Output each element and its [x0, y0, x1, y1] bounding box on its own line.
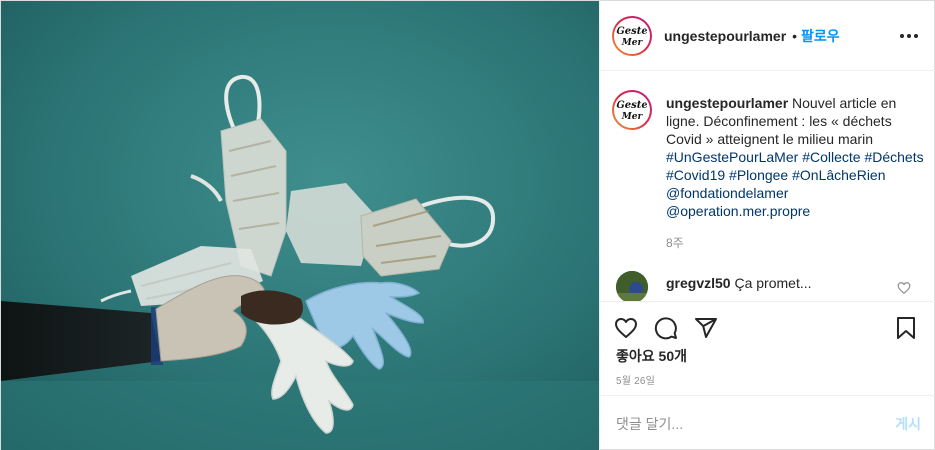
- commenter-avatar[interactable]: [616, 271, 648, 301]
- comment-text: gregvzl50 Ça promet...: [666, 271, 935, 292]
- caption: Geste Mer ungestepourlamer Nouvel articl…: [600, 72, 935, 251]
- caption-avatar[interactable]: Geste Mer: [612, 90, 652, 130]
- follow-button[interactable]: 팔로우: [801, 26, 840, 46]
- hashtag-link[interactable]: #Collecte: [802, 149, 860, 165]
- post-date[interactable]: 5월 26일: [616, 372, 655, 387]
- add-comment-bar: 게시: [600, 395, 935, 450]
- mention-link[interactable]: @operation.mer.propre: [666, 203, 810, 219]
- comments-section[interactable]: Geste Mer ungestepourlamer Nouvel articl…: [600, 72, 935, 301]
- action-icons: [608, 308, 929, 346]
- comment-body: Ça promet...: [734, 275, 812, 291]
- caption-text: ungestepourlamer Nouvel article en ligne…: [666, 94, 925, 220]
- svg-text:Geste: Geste: [616, 26, 648, 37]
- comment-item: gregvzl50 Ça promet...: [600, 271, 935, 301]
- hashtag-link[interactable]: #Plongee: [729, 167, 788, 183]
- hashtag-link[interactable]: #Déchets: [864, 149, 923, 165]
- comment-input[interactable]: [616, 415, 896, 432]
- hashtag-link[interactable]: #Covid19: [666, 167, 725, 183]
- hashtag-link[interactable]: #OnLâcheRien: [792, 167, 885, 183]
- caption-username[interactable]: ungestepourlamer: [666, 95, 788, 111]
- logo-image: Geste Mer: [614, 92, 650, 128]
- photo-underwater-waste: [1, 1, 599, 450]
- post-photo[interactable]: [1, 1, 599, 450]
- header-separator: •: [792, 27, 798, 44]
- hashtag-link[interactable]: #UnGestePourLaMer: [666, 149, 798, 165]
- post-container: Geste Mer ungestepourlamer • 팔로우 Geste M…: [0, 0, 935, 450]
- share-icon[interactable]: [690, 312, 722, 344]
- caption-time[interactable]: 8주: [666, 234, 925, 251]
- profile-avatar[interactable]: Geste Mer: [612, 15, 652, 56]
- post-sidebar: Geste Mer ungestepourlamer • 팔로우 Geste M…: [599, 1, 935, 450]
- post-header: Geste Mer ungestepourlamer • 팔로우: [600, 1, 935, 71]
- svg-text:Mer: Mer: [621, 112, 644, 122]
- heart-icon[interactable]: [610, 312, 642, 344]
- more-options-icon[interactable]: [897, 26, 921, 46]
- logo-image: Geste Mer: [614, 17, 650, 54]
- bookmark-icon[interactable]: [890, 312, 922, 344]
- header-username[interactable]: ungestepourlamer: [664, 28, 786, 44]
- comment-like-icon[interactable]: [897, 281, 911, 295]
- post-actions: 좋아요 50개 5월 26일: [600, 301, 935, 395]
- comment-icon[interactable]: [650, 312, 682, 344]
- like-count[interactable]: 좋아요 50개: [616, 346, 687, 366]
- svg-text:Geste: Geste: [616, 100, 648, 111]
- comment-username[interactable]: gregvzl50: [666, 275, 731, 291]
- post-comment-button[interactable]: 게시: [895, 414, 921, 434]
- svg-text:Mer: Mer: [621, 38, 644, 48]
- mention-link[interactable]: @fondationdelamer: [666, 185, 788, 201]
